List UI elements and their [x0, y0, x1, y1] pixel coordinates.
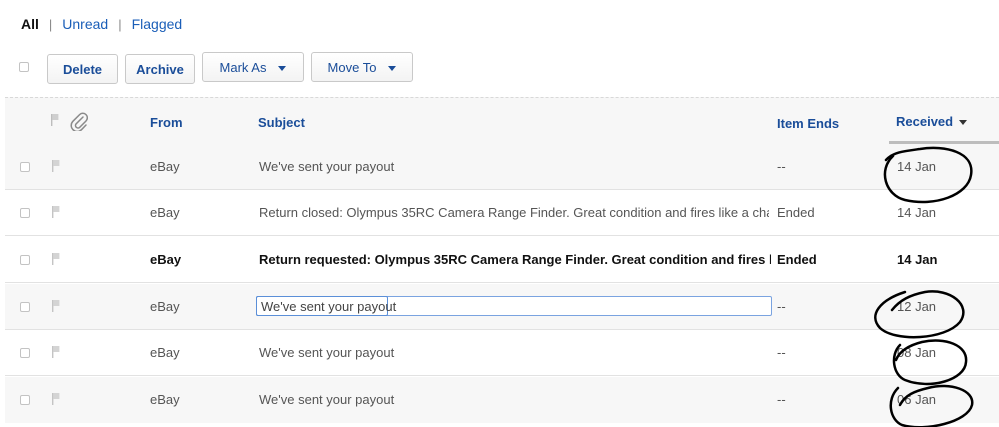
flag-icon[interactable] [52, 160, 60, 172]
flag-icon[interactable] [52, 346, 60, 358]
row-received: 12 Jan [897, 299, 937, 314]
move-to-dropdown[interactable]: Move To [311, 52, 413, 82]
row-subject[interactable]: We've sent your payout [259, 345, 769, 360]
row-from: eBay [150, 205, 180, 220]
delete-button-label: Delete [62, 61, 103, 77]
row-subject-focused[interactable]: We've sent your payout [256, 296, 772, 316]
flag-icon [51, 114, 59, 126]
row-checkbox[interactable] [20, 255, 30, 265]
chevron-down-icon [388, 65, 397, 71]
select-all-checkbox[interactable] [19, 62, 29, 72]
table-row[interactable]: eBay We've sent your payout -- 14 Jan [5, 144, 999, 190]
filter-unread[interactable]: Unread [62, 16, 108, 32]
column-subject[interactable]: Subject [258, 115, 305, 130]
filter-separator: | [118, 16, 122, 32]
row-received: 08 Jan [897, 345, 937, 360]
row-from: eBay [150, 392, 180, 407]
mark-as-dropdown[interactable]: Mark As [202, 52, 304, 82]
move-to-label: Move To [327, 59, 377, 75]
message-filters: All | Unread | Flagged [21, 14, 182, 34]
row-checkbox[interactable] [20, 162, 30, 172]
row-item-ends: Ended [777, 205, 815, 220]
ebay-messages-page: All | Unread | Flagged Delete Archive Ma… [0, 0, 999, 427]
row-item-ends: Ended [777, 252, 817, 267]
flag-icon[interactable] [52, 253, 60, 265]
archive-button[interactable]: Archive [125, 54, 195, 84]
row-subject[interactable]: We've sent your payout [261, 299, 396, 314]
row-item-ends: -- [777, 392, 786, 407]
row-received: 14 Jan [897, 205, 937, 220]
filter-flagged[interactable]: Flagged [132, 16, 183, 32]
sort-descending-icon [959, 120, 968, 126]
row-subject[interactable]: Return closed: Olympus 35RC Camera Range… [259, 205, 769, 220]
mark-as-label: Mark As [219, 59, 267, 75]
chevron-down-icon [278, 65, 287, 71]
table-row[interactable]: eBay We've sent your payout -- 08 Jan [5, 330, 999, 376]
row-checkbox[interactable] [20, 208, 30, 218]
archive-button-label: Archive [136, 61, 184, 77]
delete-button[interactable]: Delete [47, 54, 118, 84]
row-subject[interactable]: We've sent your payout [259, 392, 769, 407]
table-header: From Subject Item Ends Received [5, 97, 999, 145]
row-received: 14 Jan [897, 159, 937, 174]
table-row[interactable]: eBay We've sent your payout -- 06 Jan [5, 377, 999, 423]
row-received: 14 Jan [897, 252, 938, 267]
row-from: eBay [150, 159, 180, 174]
row-from: eBay [150, 345, 180, 360]
row-checkbox[interactable] [20, 395, 30, 405]
row-from: eBay [150, 299, 180, 314]
table-row[interactable]: eBay Return closed: Olympus 35RC Camera … [5, 190, 999, 236]
row-checkbox[interactable] [20, 348, 30, 358]
table-row[interactable]: eBay Return requested: Olympus 35RC Came… [5, 237, 999, 283]
row-item-ends: -- [777, 345, 786, 360]
row-subject[interactable]: Return requested: Olympus 35RC Camera Ra… [259, 252, 771, 267]
column-received[interactable]: Received [896, 114, 968, 129]
column-received-label: Received [896, 114, 954, 129]
flag-icon[interactable] [52, 206, 60, 218]
row-item-ends: -- [777, 159, 786, 174]
column-from[interactable]: From [150, 115, 183, 130]
toolbar: Delete Archive Mark As Move To [0, 52, 999, 84]
paperclip-icon [70, 112, 88, 131]
row-checkbox[interactable] [20, 302, 30, 312]
filter-all[interactable]: All [21, 16, 39, 32]
column-item-ends[interactable]: Item Ends [777, 116, 839, 131]
filter-separator: | [48, 16, 53, 32]
flag-icon[interactable] [52, 393, 60, 405]
row-from: eBay [150, 252, 182, 267]
row-item-ends: -- [777, 299, 786, 314]
flag-icon[interactable] [52, 300, 60, 312]
row-received: 06 Jan [897, 392, 937, 407]
table-row[interactable]: eBay We've sent your payout -- 12 Jan [5, 284, 999, 330]
row-subject[interactable]: We've sent your payout [259, 159, 769, 174]
